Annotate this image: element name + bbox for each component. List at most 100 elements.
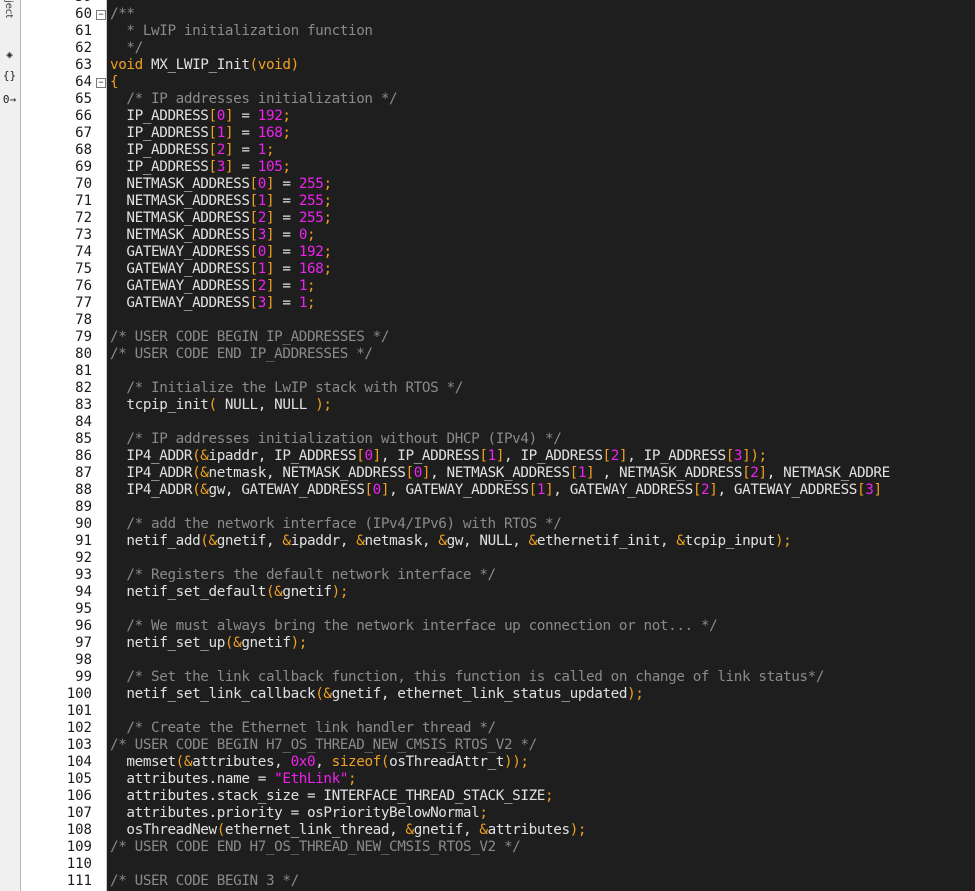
code-line[interactable]: NETMASK_ADDRESS[3] = 0; — [110, 227, 315, 244]
code-line[interactable]: GATEWAY_ADDRESS[2] = 1; — [110, 278, 315, 295]
code-token-punct: [ — [249, 278, 259, 294]
code-line[interactable]: /* add the network interface (IPv4/IPv6)… — [110, 516, 561, 533]
code-token-ident: GATEWAY_ADDRESS — [110, 244, 250, 260]
code-token-ident: netif_add — [110, 533, 201, 549]
code-line[interactable]: IP_ADDRESS[1] = 168; — [110, 125, 291, 142]
code-line[interactable]: IP4_ADDR(&netmask, NETMASK_ADDRESS[0], N… — [110, 465, 890, 482]
code-token-comment: /* USER CODE END H7_OS_THREAD_NEW_CMSIS_… — [110, 839, 521, 855]
code-token-number: 2 — [257, 210, 267, 226]
code-token-number: 3 — [257, 227, 267, 243]
code-editor[interactable]: /** * LwIP initialization function */voi… — [107, 0, 975, 891]
code-line[interactable]: { — [110, 74, 119, 91]
code-token-punct: ; — [282, 125, 291, 141]
code-line[interactable]: attributes.stack_size = INTERFACE_THREAD… — [110, 788, 553, 805]
code-token-punct: (& — [224, 635, 242, 651]
code-token-comment: /* IP addresses initialization without D… — [110, 431, 562, 447]
code-line[interactable]: attributes.name = "EthLink"; — [110, 771, 356, 788]
code-line[interactable]: NETMASK_ADDRESS[2] = 255; — [110, 210, 332, 227]
code-line[interactable]: memset(&attributes, 0x0, sizeof(osThread… — [110, 754, 529, 771]
templates-icon[interactable]: 0→ — [1, 91, 18, 108]
code-line[interactable]: GATEWAY_ADDRESS[1] = 168; — [110, 261, 332, 278]
code-token-number: 1 — [257, 142, 267, 158]
code-token-comment: /* Initialize the LwIP stack with RTOS *… — [110, 380, 463, 396]
code-line[interactable]: IP_ADDRESS[0] = 192; — [110, 108, 291, 125]
code-line[interactable]: tcpip_init( NULL, NULL ); — [110, 397, 332, 414]
line-number: 71 — [75, 193, 92, 209]
functions-icon[interactable]: {} — [1, 67, 18, 84]
code-line[interactable]: attributes.priority = osPriorityBelowNor… — [110, 805, 488, 822]
code-line[interactable]: netif_set_up(&gnetif); — [110, 635, 307, 652]
code-line[interactable]: /* USER CODE BEGIN 3 */ — [110, 873, 299, 890]
code-token-comment: * LwIP initialization function — [110, 23, 373, 39]
code-line[interactable]: /* USER CODE END IP_ADDRESSES */ — [110, 346, 373, 363]
code-line[interactable]: IP4_ADDR(&ipaddr, IP_ADDRESS[0], IP_ADDR… — [110, 448, 767, 465]
code-token-comment: /* Set the link callback function, this … — [110, 669, 825, 685]
code-token-punct: ); — [331, 584, 349, 600]
code-line[interactable]: /* USER CODE END H7_OS_THREAD_NEW_CMSIS_… — [110, 839, 521, 856]
code-line[interactable]: IP_ADDRESS[3] = 105; — [110, 159, 291, 176]
code-token-punct: ] — [224, 142, 234, 158]
fold-collapse-icon[interactable]: − — [96, 78, 106, 88]
project-icon[interactable]: ◈ — [1, 46, 18, 63]
code-token-punct: (& — [175, 754, 193, 770]
code-token-ident: , GATEWAY_ADDRESS — [717, 482, 858, 498]
code-line[interactable]: /* IP addresses initialization */ — [110, 91, 397, 108]
code-token-ident: IP_ADDRESS — [110, 142, 209, 158]
code-line[interactable]: /** — [110, 6, 135, 23]
code-token-comment: */ — [110, 40, 143, 56]
code-token-ident: , NETMASK_ADDRE — [766, 465, 891, 481]
code-token-punct: ; — [479, 805, 488, 821]
code-token-punct: ] — [224, 159, 234, 175]
code-token-punct: ; — [307, 295, 316, 311]
code-line[interactable]: NETMASK_ADDRESS[1] = 255; — [110, 193, 332, 210]
code-token-punct: ; — [323, 176, 332, 192]
code-line[interactable]: NETMASK_ADDRESS[0] = 255; — [110, 176, 332, 193]
line-number: 98 — [75, 652, 92, 668]
line-number: 77 — [75, 295, 92, 311]
code-line[interactable]: /* We must always bring the network inte… — [110, 618, 717, 635]
line-number: 88 — [75, 482, 92, 498]
code-line[interactable]: netif_set_default(&gnetif); — [110, 584, 348, 601]
code-token-punct: [ — [692, 482, 702, 498]
code-line[interactable]: netif_set_link_callback(&gnetif, etherne… — [110, 686, 644, 703]
code-token-punct: ); — [569, 822, 587, 838]
code-token-ident: ethernet_link_thread, — [224, 822, 406, 838]
line-number: 70 — [75, 176, 92, 192]
code-token-punct: & — [479, 822, 488, 838]
fold-collapse-icon[interactable]: − — [96, 10, 106, 20]
code-token-punct: (& — [192, 482, 209, 498]
code-token-punct: ; — [323, 261, 332, 277]
code-line[interactable]: IP_ADDRESS[2] = 1; — [110, 142, 274, 159]
code-token-string: "EthLink" — [274, 771, 349, 787]
code-line[interactable]: * LwIP initialization function — [110, 23, 373, 40]
code-line[interactable]: /* USER CODE BEGIN H7_OS_THREAD_NEW_CMSI… — [110, 737, 537, 754]
code-line[interactable]: /* Registers the default network interfa… — [110, 567, 496, 584]
code-line[interactable]: /* Create the Ethernet link handler thre… — [110, 720, 496, 737]
line-number: 83 — [75, 397, 92, 413]
code-line[interactable]: /* Set the link callback function, this … — [110, 669, 824, 686]
project-tab-label[interactable]: ject — [2, 0, 14, 18]
code-line[interactable]: GATEWAY_ADDRESS[0] = 192; — [110, 244, 332, 261]
code-line[interactable]: /* Initialize the LwIP stack with RTOS *… — [110, 380, 463, 397]
code-token-comment: /* USER CODE BEGIN IP_ADDRESSES */ — [110, 329, 390, 345]
code-line[interactable]: /* USER CODE BEGIN IP_ADDRESSES */ — [110, 329, 389, 346]
code-line[interactable]: osThreadNew(ethernet_link_thread, &gneti… — [110, 822, 586, 839]
line-number: 66 — [75, 108, 92, 124]
code-line[interactable]: netif_add(&gnetif, &ipaddr, &netmask, &g… — [110, 533, 791, 550]
code-token-punct: [ — [249, 261, 259, 277]
code-line[interactable]: void MX_LWIP_Init(void) — [110, 57, 299, 74]
line-number: 80 — [75, 346, 92, 362]
code-token-number: 0 — [257, 244, 267, 260]
code-token-punct: ] — [265, 278, 275, 294]
code-line[interactable]: IP4_ADDR(&gw, GATEWAY_ADDRESS[0], GATEWA… — [110, 482, 882, 499]
code-token-number: 2 — [750, 465, 759, 481]
code-token-ident: attributes.stack_size = INTERFACE_THREAD… — [110, 788, 545, 804]
line-number-gutter[interactable]: 5960−61626364−65666768697071727374757677… — [24, 0, 107, 891]
code-token-comment: /* USER CODE BEGIN H7_OS_THREAD_NEW_CMSI… — [110, 737, 537, 753]
code-line[interactable]: */ — [110, 40, 143, 57]
code-line[interactable]: GATEWAY_ADDRESS[3] = 1; — [110, 295, 315, 312]
code-line[interactable]: /* IP addresses initialization without D… — [110, 431, 561, 448]
code-token-punct: ; — [323, 210, 332, 226]
code-token-ident: , IP_ADDRESS — [380, 448, 480, 464]
code-token-punct: [ — [249, 176, 259, 192]
